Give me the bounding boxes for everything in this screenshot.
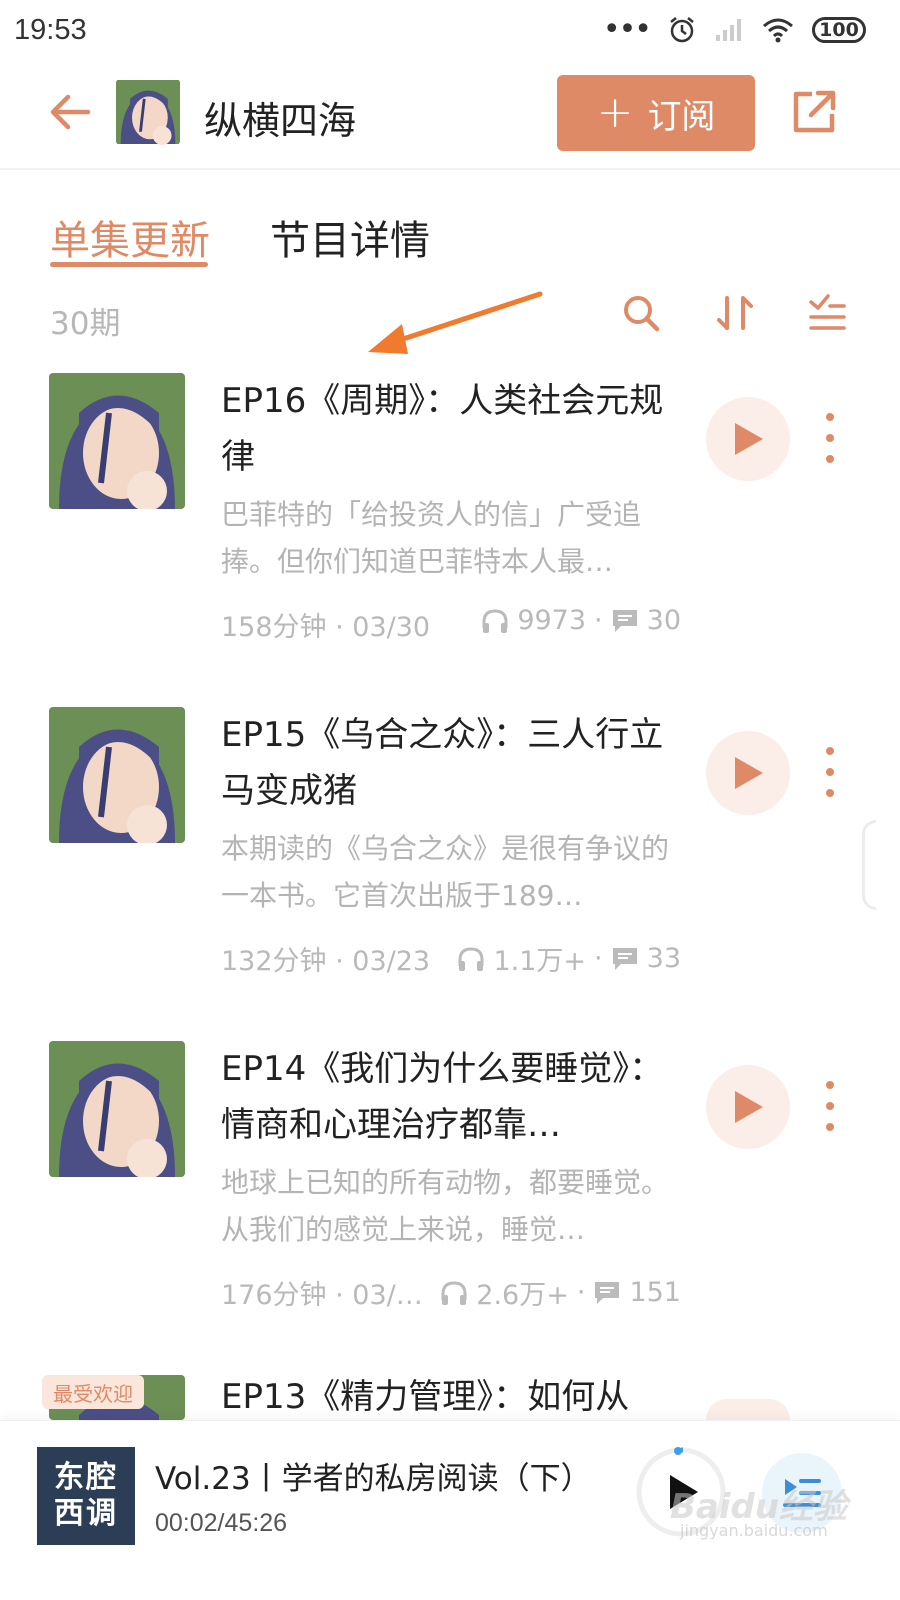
subscribe-button[interactable]: + 订阅 — [557, 75, 755, 151]
avatar-image — [49, 707, 185, 843]
more-dot-icon — [826, 1123, 834, 1131]
scroll-edge-indicator — [862, 820, 876, 910]
player-cover-line: 东腔 — [54, 1460, 118, 1495]
avatar-image — [116, 80, 180, 145]
back-arrow-icon[interactable] — [44, 86, 96, 138]
battery-icon: 100 — [812, 17, 866, 43]
episode-thumbnail — [49, 373, 185, 509]
wifi-icon — [763, 18, 793, 43]
episode-meta: 158分钟 · 03/30 9973 · 30 — [221, 605, 681, 645]
play-icon — [735, 757, 763, 789]
active-tab-indicator — [50, 262, 208, 267]
episode-description: 地球上已知的所有动物，都要睡觉。从我们的感觉上来说，睡觉… — [221, 1166, 670, 1246]
episode-count: 30期 — [50, 306, 121, 342]
episode-comments: 30 — [646, 605, 681, 636]
subscribe-label: 订阅 — [647, 96, 716, 137]
episode-meta: 176分钟 · 03/… 2.6万+ · 151 — [221, 1273, 681, 1313]
episode-stats: 1.1万+ · 33 — [457, 939, 681, 978]
mini-player[interactable]: 东腔 西调 Vol.23丨学者的私房阅读（下） 00:02/45:26 Baid… — [0, 1420, 900, 1600]
baidu-watermark-url: jingyan.baidu.com — [680, 1521, 828, 1540]
episode-description: 本期读的《乌合之众》是很有争议的一本书。它首次出版于189… — [221, 832, 670, 912]
comment-icon — [612, 609, 637, 632]
header: 纵横四海 + 订阅 — [0, 62, 900, 170]
headphones-icon — [458, 946, 484, 971]
tab-program-details[interactable]: 节目详情 — [270, 208, 430, 266]
status-time: 19:53 — [14, 14, 87, 46]
episode-item[interactable]: EP14《我们为什么要睡觉》：情商和心理治疗都靠… 地球上已知的所有动物，都要睡… — [0, 1041, 900, 1371]
play-icon — [735, 1091, 763, 1123]
signal-icon — [716, 19, 741, 41]
episode-stats: 9973 · 30 — [481, 605, 681, 636]
headphones-icon — [441, 1280, 467, 1305]
filter-list-icon[interactable] — [806, 292, 848, 334]
separator-dot: · — [594, 605, 603, 636]
headphones-icon — [482, 608, 508, 633]
more-dot-icon — [826, 1081, 834, 1089]
popular-badge: 最受欢迎 — [42, 1375, 144, 1409]
comment-icon — [595, 1281, 620, 1304]
episode-description: 巴菲特的「给投资人的信」广受追捧。但你们知道巴菲特本人最… — [221, 498, 642, 578]
sort-icon[interactable] — [714, 292, 756, 334]
play-button[interactable] — [706, 1399, 790, 1420]
episode-comments: 151 — [629, 1277, 681, 1308]
more-dot-icon — [826, 747, 834, 755]
play-button[interactable] — [706, 397, 790, 481]
play-button[interactable] — [706, 731, 790, 815]
annotation-arrow-icon — [368, 291, 543, 354]
status-icons: ••• 100 — [603, 14, 866, 46]
more-dot-icon — [826, 434, 834, 442]
episode-title: EP13《精力管理》：如何从 — [221, 1377, 630, 1417]
plus-icon: + — [596, 87, 634, 138]
episode-item[interactable]: EP16《周期》：人类社会元规律 巴菲特的「给投资人的信」广受追捧。但你们知道巴… — [0, 373, 900, 703]
comment-icon — [612, 947, 637, 970]
player-time: 00:02/45:26 — [155, 1509, 288, 1537]
separator-dot: · — [594, 943, 603, 974]
episode-duration-date: 132分钟 · 03/23 — [221, 946, 431, 977]
episode-comments: 33 — [646, 943, 681, 974]
episode-duration-date: 158分钟 · 03/30 — [221, 612, 431, 643]
avatar-image — [49, 373, 185, 509]
episode-title: EP16《周期》：人类社会元规律 — [221, 381, 664, 477]
podcast-avatar[interactable] — [116, 79, 180, 145]
player-title: Vol.23丨学者的私房阅读（下） — [155, 1461, 592, 1497]
episode-duration-date: 176分钟 · 03/… — [221, 1280, 423, 1311]
more-options-button[interactable] — [816, 413, 844, 463]
episode-plays: 9973 — [517, 605, 587, 636]
episode-plays: 1.1万+ — [493, 946, 587, 977]
episode-thumbnail — [49, 1041, 185, 1177]
more-dots-icon: ••• — [602, 12, 652, 47]
podcast-title: 纵横四海 — [204, 99, 357, 143]
player-cover-line: 西调 — [54, 1496, 118, 1531]
episode-item[interactable]: EP15《乌合之众》：三人行立马变成猪 本期读的《乌合之众》是很有争议的一本书。… — [0, 707, 900, 1037]
battery-level: 100 — [819, 19, 859, 41]
episode-meta: 132分钟 · 03/23 1.1万+ · 33 — [221, 939, 681, 979]
player-cover[interactable]: 东腔 西调 — [37, 1447, 135, 1545]
episode-item[interactable]: 最受欢迎 EP13《精力管理》：如何从 — [0, 1375, 900, 1420]
separator-dot: · — [576, 1277, 586, 1308]
search-icon[interactable] — [620, 292, 662, 334]
more-dot-icon — [826, 768, 834, 776]
more-dot-icon — [826, 455, 834, 463]
episode-title: EP14《我们为什么要睡觉》：情商和心理治疗都靠… — [221, 1049, 664, 1145]
avatar-image — [49, 1041, 185, 1177]
status-bar: 19:53 ••• 100 — [0, 0, 900, 62]
episode-title: EP15《乌合之众》：三人行立马变成猪 — [221, 715, 664, 811]
more-dot-icon — [826, 413, 834, 421]
play-icon — [735, 423, 763, 455]
episode-stats: 2.6万+ · 151 — [440, 1273, 681, 1312]
share-icon[interactable] — [790, 88, 838, 136]
more-dot-icon — [826, 1102, 834, 1110]
more-dot-icon — [826, 789, 834, 797]
alarm-icon — [670, 17, 694, 43]
more-options-button[interactable] — [816, 1081, 844, 1131]
play-button[interactable] — [706, 1065, 790, 1149]
more-options-button[interactable] — [816, 747, 844, 797]
episode-plays: 2.6万+ — [476, 1280, 569, 1311]
episode-thumbnail — [49, 707, 185, 843]
tab-episode-updates[interactable]: 单集更新 — [50, 208, 210, 266]
